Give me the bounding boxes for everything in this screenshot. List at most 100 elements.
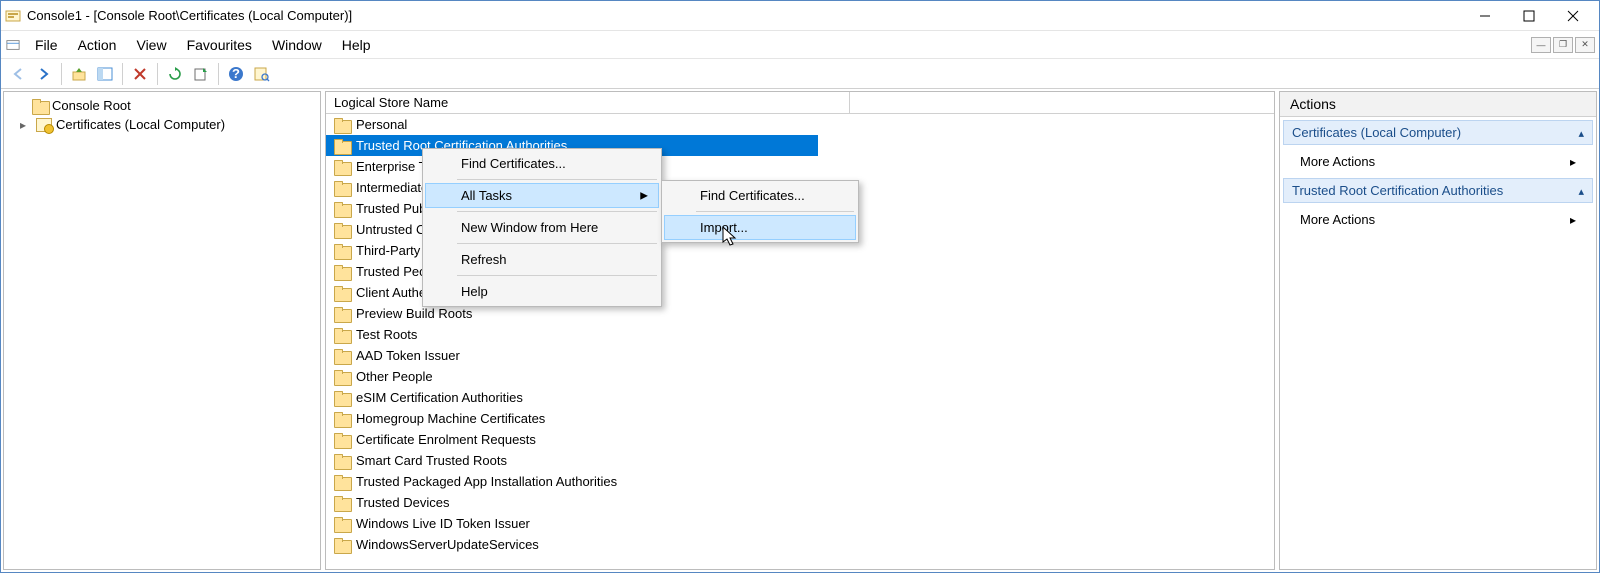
- folder-icon: [334, 328, 350, 342]
- app-icon: [5, 8, 21, 24]
- list-item[interactable]: Smart Card Trusted Roots: [326, 450, 1274, 471]
- minimize-button[interactable]: [1463, 1, 1507, 31]
- folder-icon: [334, 118, 350, 132]
- chevron-right-icon: [1570, 154, 1576, 169]
- list-item[interactable]: Windows Live ID Token Issuer: [326, 513, 1274, 534]
- folder-icon: [32, 99, 48, 113]
- actions-more-1[interactable]: More Actions: [1280, 148, 1596, 175]
- toolbar-separator: [61, 63, 62, 85]
- folder-icon: [334, 223, 350, 237]
- certificates-icon: [36, 118, 52, 132]
- actions-group-label: Trusted Root Certification Authorities: [1292, 183, 1503, 198]
- menu-bar: File Action View Favourites Window Help …: [1, 31, 1599, 59]
- collapse-up-icon: [1570, 183, 1584, 198]
- folder-icon: [334, 412, 350, 426]
- list-item[interactable]: WindowsServerUpdateServices: [326, 534, 1274, 555]
- mdi-close-button[interactable]: ✕: [1575, 37, 1595, 53]
- folder-icon: [334, 265, 350, 279]
- list-item[interactable]: Homegroup Machine Certificates: [326, 408, 1274, 429]
- find-certificates-button[interactable]: [250, 62, 274, 86]
- list-item[interactable]: Trusted Packaged App Installation Author…: [326, 471, 1274, 492]
- list-item-label: Windows Live ID Token Issuer: [356, 516, 530, 531]
- actions-title: Actions: [1280, 92, 1596, 117]
- actions-more-2[interactable]: More Actions: [1280, 206, 1596, 233]
- forward-button[interactable]: [32, 62, 56, 86]
- toolbar: ?: [1, 59, 1599, 89]
- delete-button[interactable]: [128, 62, 152, 86]
- tree-child-label: Certificates (Local Computer): [56, 117, 225, 132]
- folder-icon: [334, 349, 350, 363]
- maximize-button[interactable]: [1507, 1, 1551, 31]
- tree-root-label: Console Root: [52, 98, 131, 113]
- ctx-separator: [457, 275, 657, 276]
- toolbar-separator: [218, 63, 219, 85]
- tree-pane[interactable]: Console Root ▸ Certificates (Local Compu…: [3, 91, 321, 570]
- list-item[interactable]: Other People: [326, 366, 1274, 387]
- actions-group-trusted-root[interactable]: Trusted Root Certification Authorities: [1283, 178, 1593, 203]
- window-title: Console1 - [Console Root\Certificates (L…: [27, 8, 1463, 23]
- refresh-button[interactable]: [163, 62, 187, 86]
- show-hide-tree-button[interactable]: [93, 62, 117, 86]
- ctx-sub-find-certificates[interactable]: Find Certificates...: [664, 183, 856, 208]
- list-item-label: Trusted Devices: [356, 495, 449, 510]
- menu-action[interactable]: Action: [68, 31, 127, 58]
- mdi-minimize-button[interactable]: —: [1531, 37, 1551, 53]
- ctx-new-window[interactable]: New Window from Here: [425, 215, 659, 240]
- close-button[interactable]: [1551, 1, 1595, 31]
- ctx-separator: [457, 179, 657, 180]
- collapse-up-icon: [1570, 125, 1584, 140]
- folder-icon: [334, 370, 350, 384]
- ctx-find-certificates[interactable]: Find Certificates...: [425, 151, 659, 176]
- actions-item-label: More Actions: [1300, 154, 1375, 169]
- back-button[interactable]: [6, 62, 30, 86]
- menu-window[interactable]: Window: [262, 31, 332, 58]
- mdi-restore-button[interactable]: ❐: [1553, 37, 1573, 53]
- tree-child[interactable]: ▸ Certificates (Local Computer): [6, 115, 318, 134]
- list-item[interactable]: Personal: [326, 114, 1274, 135]
- list-item-label: Preview Build Roots: [356, 306, 472, 321]
- actions-group-certificates[interactable]: Certificates (Local Computer): [1283, 120, 1593, 145]
- list-item[interactable]: Certificate Enrolment Requests: [326, 429, 1274, 450]
- tree-root[interactable]: Console Root: [6, 96, 318, 115]
- ctx-refresh[interactable]: Refresh: [425, 247, 659, 272]
- title-bar: Console1 - [Console Root\Certificates (L…: [1, 1, 1599, 31]
- ctx-sub-import[interactable]: Import...: [664, 215, 856, 240]
- toolbar-separator: [157, 63, 158, 85]
- list-item-label: WindowsServerUpdateServices: [356, 537, 539, 552]
- mdi-system-icon[interactable]: [3, 31, 23, 58]
- list-item-label: Personal: [356, 117, 407, 132]
- help-button[interactable]: ?: [224, 62, 248, 86]
- list-item[interactable]: eSIM Certification Authorities: [326, 387, 1274, 408]
- export-list-button[interactable]: [189, 62, 213, 86]
- list-item[interactable]: AAD Token Issuer: [326, 345, 1274, 366]
- folder-icon: [334, 307, 350, 321]
- context-menu: Find Certificates... All Tasks▶ New Wind…: [422, 148, 662, 307]
- menu-view[interactable]: View: [126, 31, 176, 58]
- actions-pane: Actions Certificates (Local Computer) Mo…: [1279, 91, 1597, 570]
- folder-icon: [334, 286, 350, 300]
- folder-icon: [334, 475, 350, 489]
- mmc-window: Console1 - [Console Root\Certificates (L…: [0, 0, 1600, 573]
- actions-item-label: More Actions: [1300, 212, 1375, 227]
- menu-file[interactable]: File: [25, 31, 68, 58]
- actions-group-label: Certificates (Local Computer): [1292, 125, 1461, 140]
- toolbar-separator: [122, 63, 123, 85]
- list-item-label: Homegroup Machine Certificates: [356, 411, 545, 426]
- list-item[interactable]: Test Roots: [326, 324, 1274, 345]
- chevron-right-icon: [1570, 212, 1576, 227]
- list-item[interactable]: Trusted Devices: [326, 492, 1274, 513]
- menu-favourites[interactable]: Favourites: [177, 31, 262, 58]
- folder-icon: [334, 454, 350, 468]
- body-panes: Console Root ▸ Certificates (Local Compu…: [1, 89, 1599, 572]
- menu-help[interactable]: Help: [332, 31, 381, 58]
- folder-icon: [334, 517, 350, 531]
- column-header[interactable]: Logical Store Name: [326, 92, 1274, 114]
- up-button[interactable]: [67, 62, 91, 86]
- list-item-label: Test Roots: [356, 327, 417, 342]
- ctx-help[interactable]: Help: [425, 279, 659, 304]
- folder-icon: [334, 538, 350, 552]
- ctx-all-tasks[interactable]: All Tasks▶: [425, 183, 659, 208]
- ctx-separator: [457, 243, 657, 244]
- folder-icon: [334, 433, 350, 447]
- expand-icon[interactable]: ▸: [14, 118, 32, 132]
